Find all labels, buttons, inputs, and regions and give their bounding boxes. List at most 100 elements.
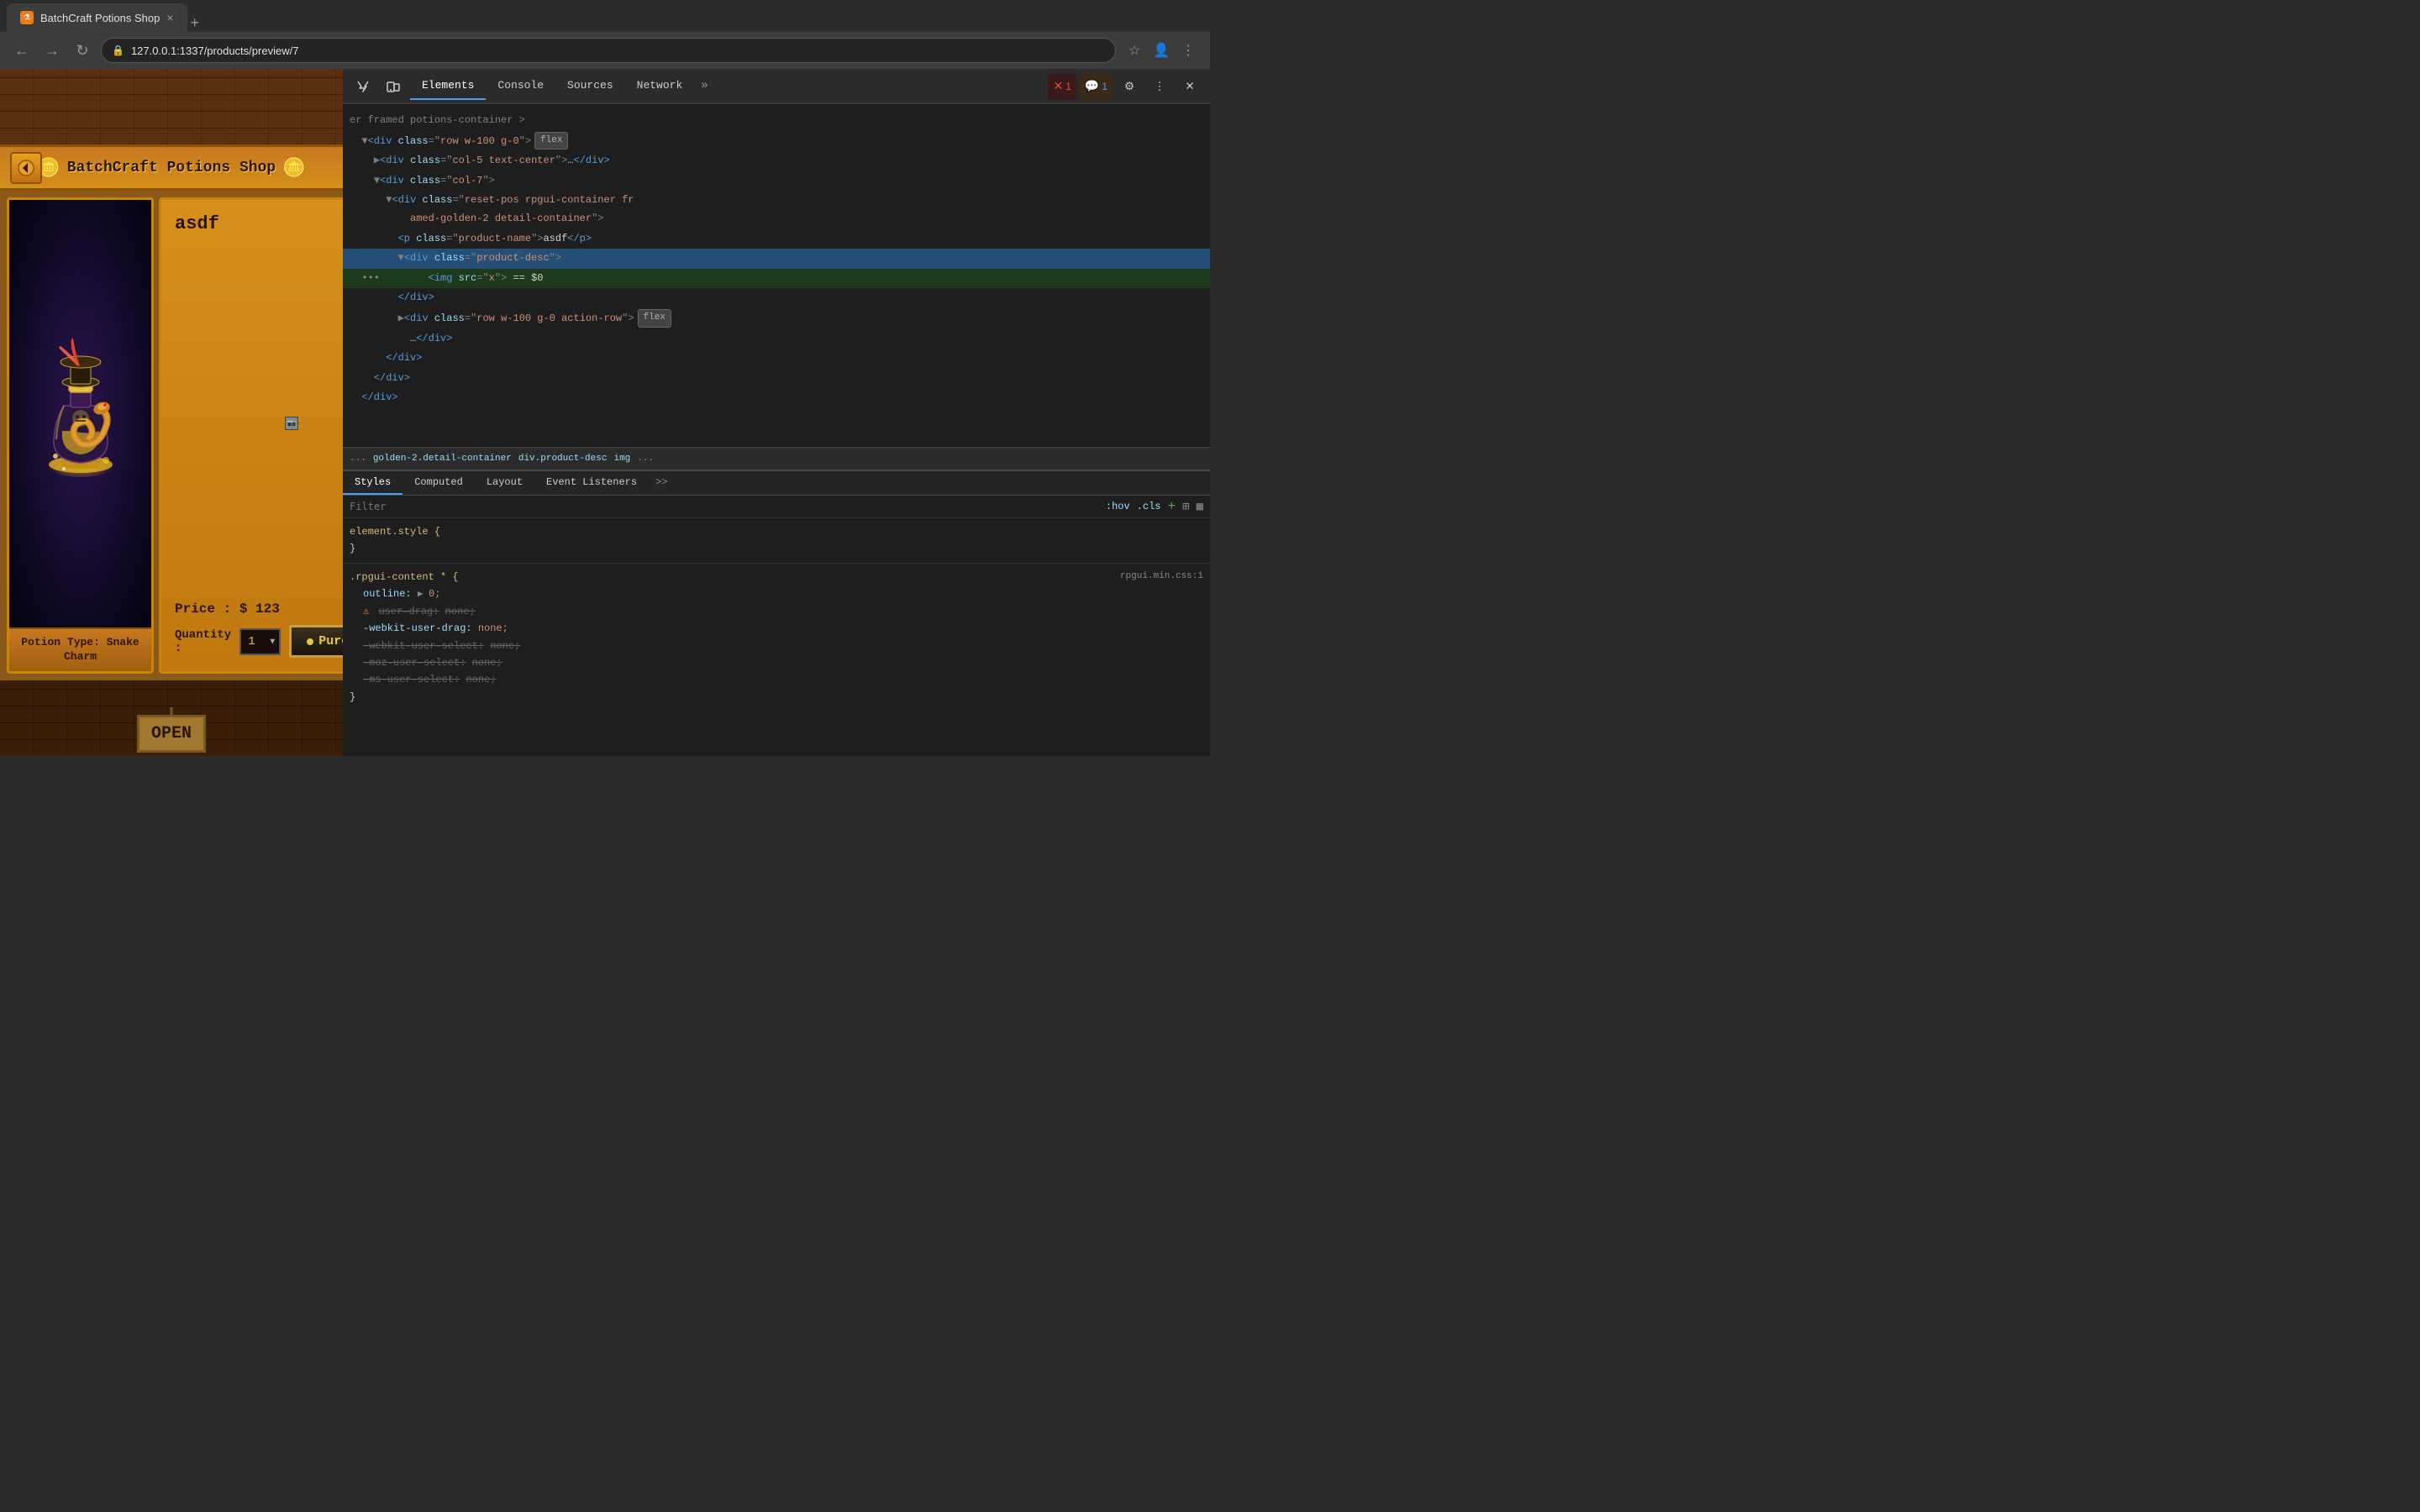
- price-display: Price : $ 123: [175, 601, 343, 617]
- breadcrumb-item-desc[interactable]: div.product-desc: [518, 454, 608, 464]
- product-image-card: Potion Type: Snake Charm: [7, 197, 154, 674]
- browser-window: ⚗ BatchCraft Potions Shop × + ← → ↻ 🔒 12…: [0, 0, 1210, 756]
- styles-rules: element.style { } .rpgui-content * { rpg…: [343, 518, 1210, 756]
- devtools-more-options[interactable]: ⋮: [1146, 73, 1173, 100]
- devtools-device-button[interactable]: [380, 73, 407, 100]
- html-tree[interactable]: er framed potions-container > ▼<div clas…: [343, 104, 1210, 447]
- product-description-area: 📷: [175, 244, 343, 601]
- toolbar-extensions: ☆ 👤 ⋮: [1123, 39, 1200, 62]
- breadcrumb-item-img[interactable]: img: [613, 454, 630, 464]
- tab-favicon: ⚗: [20, 11, 34, 24]
- tree-line[interactable]: <p class="product-name">asdf</p>: [343, 229, 1210, 249]
- shop-coin-right: 🪙: [282, 157, 305, 179]
- tree-line[interactable]: </div>: [343, 369, 1210, 389]
- potion-type-label: Potion Type: Snake Charm: [9, 627, 151, 671]
- game-top-decoration: [0, 69, 343, 144]
- menu-button[interactable]: ⋮: [1176, 39, 1200, 62]
- new-tab-button[interactable]: +: [191, 14, 200, 32]
- back-button[interactable]: ←: [10, 39, 34, 62]
- devtools-toolbar: Elements Console Sources Network » ✕ 1: [343, 69, 1210, 104]
- styles-tabs: Styles Computed Layout Event Listeners >…: [343, 471, 1210, 496]
- styles-tab-styles[interactable]: Styles: [343, 471, 402, 495]
- style-source[interactable]: rpgui.min.css:1: [1120, 569, 1203, 585]
- tree-line[interactable]: </div>: [343, 288, 1210, 308]
- reload-button[interactable]: ↻: [71, 39, 94, 62]
- styles-more-tabs[interactable]: >>: [649, 471, 674, 495]
- shop-header: 🪙 BatchCraft Potions Shop 🪙: [0, 144, 343, 191]
- active-tab[interactable]: ⚗ BatchCraft Potions Shop ×: [7, 3, 187, 32]
- product-area: Potion Type: Snake Charm asdf 📷 Price : …: [0, 191, 343, 680]
- filter-hov[interactable]: :hov: [1106, 501, 1130, 512]
- tree-line[interactable]: </div>: [343, 349, 1210, 369]
- styles-tab-event-listeners[interactable]: Event Listeners: [534, 471, 649, 495]
- quantity-wrapper: 1 2 3 5 10: [239, 628, 281, 655]
- devtools-tab-elements[interactable]: Elements: [410, 72, 486, 100]
- game-bottom-decoration: OPEN: [0, 680, 343, 756]
- filter-add-button[interactable]: +: [1168, 499, 1176, 514]
- tree-line[interactable]: er framed potions-container >: [343, 111, 1210, 131]
- breadcrumb-more: ...: [637, 454, 654, 464]
- security-lock-icon: 🔒: [112, 45, 124, 56]
- breadcrumb-item-container[interactable]: golden-2.detail-container: [373, 454, 512, 464]
- product-detail-card: asdf 📷 Price : $ 123 Quantity :: [159, 197, 343, 674]
- purchase-dot-left: [307, 638, 313, 645]
- tree-line[interactable]: ••• <img src="x"> == $0: [343, 269, 1210, 289]
- product-name: asdf: [175, 213, 343, 234]
- devtools-tab-console[interactable]: Console: [486, 72, 555, 100]
- styles-tab-computed[interactable]: Computed: [402, 471, 475, 495]
- potion-image-area: [9, 200, 151, 627]
- game-preview-area: 🪙 BatchCraft Potions Shop 🪙: [0, 69, 343, 756]
- devtools-inspect-button[interactable]: [350, 73, 376, 100]
- breadcrumb-dots: ...: [350, 454, 366, 464]
- devtools-tab-network[interactable]: Network: [625, 72, 695, 100]
- tree-line[interactable]: ▼<div class="row w-100 g-0">flex: [343, 131, 1210, 152]
- profile-button[interactable]: 👤: [1150, 39, 1173, 62]
- tree-line[interactable]: …</div>: [343, 329, 1210, 349]
- tree-line[interactable]: ▶<div class="row w-100 g-0 action-row">f…: [343, 308, 1210, 329]
- filter-layout-icon[interactable]: ▦: [1197, 500, 1203, 514]
- forward-button[interactable]: →: [40, 39, 64, 62]
- bookmark-button[interactable]: ☆: [1123, 39, 1146, 62]
- tree-line[interactable]: </div>: [343, 388, 1210, 408]
- devtools-panel: Elements Console Sources Network » ✕ 1: [343, 69, 1210, 756]
- devtools-close-button[interactable]: ✕: [1176, 73, 1203, 100]
- style-selector-rpgui: .rpgui-content * {: [350, 571, 459, 583]
- quantity-label: Quantity :: [175, 628, 231, 655]
- quantity-row: Quantity : 1 2 3 5 10: [175, 625, 343, 658]
- styles-panel: Styles Computed Layout Event Listeners >…: [343, 470, 1210, 756]
- devtools-error-badge[interactable]: ✕ 1: [1048, 73, 1076, 100]
- tree-line[interactable]: ▼<div class="reset-pos rpgui-container f…: [343, 191, 1210, 228]
- devtools-warning-badge[interactable]: 💬 1: [1080, 73, 1113, 100]
- tab-close-button[interactable]: ×: [166, 11, 173, 24]
- tab-bar: ⚗ BatchCraft Potions Shop × +: [0, 0, 1210, 32]
- quantity-select[interactable]: 1 2 3 5 10: [239, 628, 281, 655]
- back-to-shop-button[interactable]: [10, 152, 42, 184]
- styles-filter-bar: :hov .cls + ⊞ ▦: [343, 496, 1210, 518]
- price-label: Price : $: [175, 601, 247, 617]
- tab-title: BatchCraft Potions Shop: [40, 12, 160, 24]
- devtools-settings-button[interactable]: ⚙: [1116, 73, 1143, 100]
- style-rule-rpgui: .rpgui-content * { rpgui.min.css:1 outli…: [343, 567, 1210, 707]
- warning-icon: ⚠: [363, 606, 369, 617]
- purchase-label: Purchase: [318, 634, 343, 648]
- filter-copy-icon[interactable]: ⊞: [1182, 500, 1189, 514]
- potion-illustration: [22, 330, 139, 498]
- tree-line-selected[interactable]: ▼<div class="product-desc">: [343, 249, 1210, 269]
- tree-line[interactable]: ▶<div class="col-5 text-center">…</div>: [343, 151, 1210, 171]
- style-rule-element: element.style { }: [343, 522, 1210, 559]
- devtools-more-tabs[interactable]: »: [694, 72, 714, 100]
- purchase-button[interactable]: Purchase: [289, 625, 343, 658]
- price-value: 123: [255, 601, 280, 617]
- address-bar[interactable]: 🔒 127.0.0.1:1337/products/preview/7: [101, 38, 1116, 63]
- styles-filter-input[interactable]: [350, 501, 1099, 512]
- styles-tab-layout[interactable]: Layout: [475, 471, 534, 495]
- shop-title: BatchCraft Potions Shop: [67, 160, 276, 176]
- style-selector: element.style {: [350, 526, 440, 538]
- devtools-tab-sources[interactable]: Sources: [555, 72, 625, 100]
- broken-image: 📷: [285, 417, 298, 430]
- tree-line[interactable]: ▼<div class="col-7">: [343, 171, 1210, 192]
- filter-cls[interactable]: .cls: [1137, 501, 1161, 512]
- main-area: 🪙 BatchCraft Potions Shop 🪙: [0, 69, 1210, 756]
- devtools-breadcrumb: ... golden-2.detail-container div.produc…: [343, 447, 1210, 470]
- open-sign: OPEN: [137, 715, 206, 753]
